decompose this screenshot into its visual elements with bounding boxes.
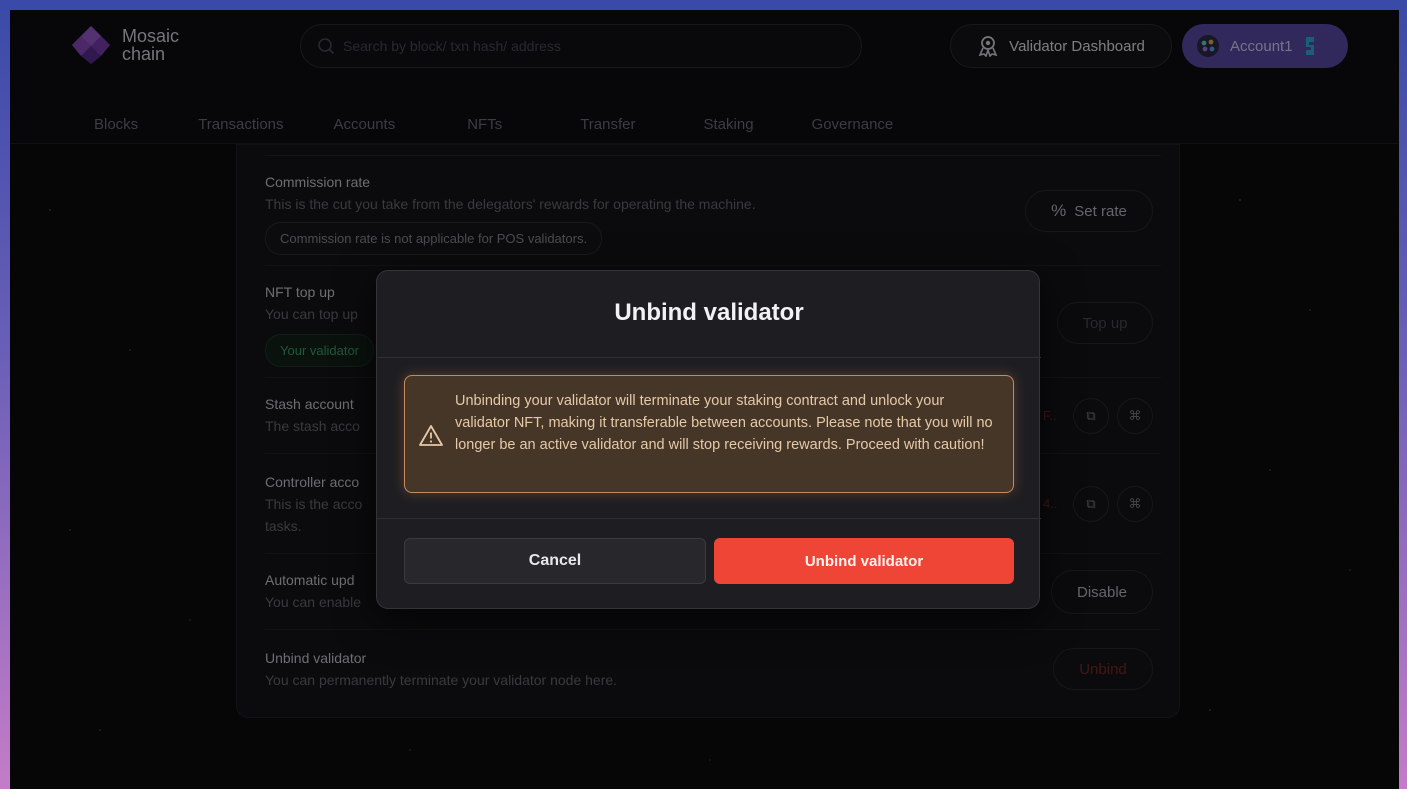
confirm-unbind-button[interactable]: Unbind validator [714, 538, 1014, 584]
cancel-button[interactable]: Cancel [404, 538, 706, 584]
unbind-validator-modal: Unbind validator Unbinding your validato… [376, 270, 1041, 609]
modal-divider [377, 518, 1041, 519]
cancel-label: Cancel [528, 552, 582, 569]
modal-title: Unbind validator [614, 299, 804, 326]
modal-divider [377, 357, 1041, 358]
app-window: Mosaic chain Validator Dashboard [10, 10, 1399, 789]
confirm-unbind-label: Unbind validator [804, 552, 924, 570]
warning-text: Unbinding your validator will terminate … [455, 393, 993, 453]
warning-triangle-icon [419, 425, 443, 446]
warning-box: Unbinding your validator will terminate … [404, 375, 1014, 493]
